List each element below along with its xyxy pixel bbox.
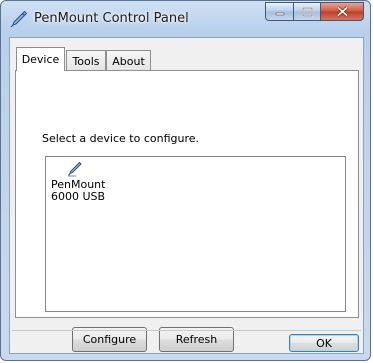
minimize-button[interactable] — [265, 2, 293, 21]
maximize-icon — [301, 6, 313, 17]
device-prompt: Select a device to configure. — [42, 132, 200, 145]
close-icon — [336, 6, 348, 17]
tab-tools[interactable]: Tools — [66, 50, 106, 72]
device-list[interactable]: PenMount 6000 USB — [45, 156, 346, 312]
device-tab-panel: Select a device to configure. PenMount 6… — [15, 70, 359, 352]
refresh-button-label: Refresh — [175, 333, 218, 346]
device-name-line2: 6000 USB — [51, 190, 106, 203]
configure-button-label: Configure — [82, 333, 137, 346]
close-button[interactable] — [320, 2, 364, 21]
pen-icon — [10, 10, 28, 28]
minimize-icon — [275, 12, 284, 15]
tab-about[interactable]: About — [106, 50, 151, 72]
tab-device[interactable]: Device — [16, 47, 65, 71]
list-item[interactable]: PenMount 6000 USB — [51, 161, 111, 203]
tab-about-label: About — [112, 55, 145, 68]
control-panel-window: PenMount Control Panel Device Tools Abou… — [0, 0, 371, 361]
footer-divider — [12, 330, 361, 331]
window-title: PenMount Control Panel — [34, 11, 189, 26]
maximize-button[interactable] — [293, 2, 320, 21]
ok-button[interactable]: OK — [289, 334, 359, 352]
tab-device-label: Device — [21, 53, 60, 66]
title-bar[interactable]: PenMount Control Panel — [1, 1, 370, 33]
ok-button-label: OK — [316, 336, 332, 350]
dialog-client-area: Device Tools About Select a device to co… — [9, 37, 364, 354]
pen-icon — [68, 161, 82, 177]
device-name: PenMount 6000 USB — [51, 179, 111, 203]
tab-tools-label: Tools — [72, 55, 100, 68]
